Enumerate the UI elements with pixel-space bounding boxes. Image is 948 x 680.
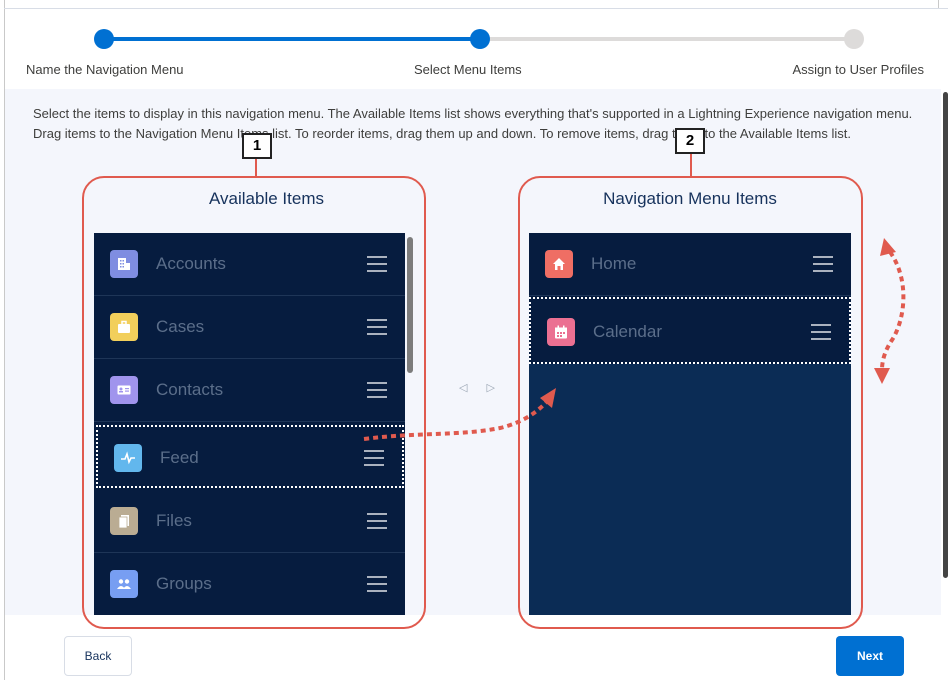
menu-item-label: Home — [591, 254, 637, 273]
callout-2-leader — [690, 152, 692, 177]
callout-2: 2 — [675, 128, 705, 154]
available-item-accounts[interactable]: Accounts — [94, 233, 405, 296]
available-item-feed[interactable]: Feed — [96, 425, 404, 488]
next-button[interactable]: Next — [836, 636, 904, 676]
back-button[interactable]: Back — [64, 636, 132, 676]
callout-1-leader — [255, 157, 257, 177]
available-item-label: Cases — [156, 317, 205, 336]
available-item-contacts[interactable]: Contacts — [94, 359, 405, 422]
step-3-label: Assign to User Profiles — [792, 62, 925, 77]
available-items-list[interactable]: Accounts Cases Contacts Feed Files Group — [94, 233, 405, 615]
step-2-label: Select Menu Items — [414, 62, 522, 77]
menu-item-calendar[interactable]: Calendar — [529, 297, 851, 364]
available-item-label: Contacts — [156, 380, 224, 399]
building-icon — [110, 250, 138, 278]
progress-track-complete — [104, 37, 480, 41]
file-icon — [110, 507, 138, 535]
available-item-label: Files — [156, 511, 192, 530]
step-3-marker[interactable] — [844, 29, 864, 49]
pulse-icon — [114, 444, 142, 472]
available-item-label: Accounts — [156, 254, 226, 273]
available-items-title: Available Items — [209, 189, 324, 208]
home-icon — [545, 250, 573, 278]
menu-item-home[interactable]: Home — [529, 233, 851, 296]
calendar-icon — [547, 318, 575, 346]
menu-items-title: Navigation Menu Items — [603, 189, 777, 208]
step-1-marker[interactable] — [94, 29, 114, 49]
drag-handle-icon[interactable] — [367, 256, 387, 272]
available-item-label: Groups — [156, 574, 212, 593]
available-item-groups[interactable]: Groups — [94, 553, 405, 615]
available-list-scrollbar[interactable] — [407, 237, 413, 373]
page-scrollbar[interactable] — [943, 92, 948, 578]
available-item-cases[interactable]: Cases — [94, 296, 405, 359]
instructions-text: Select the items to display in this navi… — [33, 106, 913, 141]
people-icon — [110, 570, 138, 598]
menu-item-label: Calendar — [593, 322, 662, 341]
available-item-label: Feed — [160, 448, 199, 467]
drag-handle-icon[interactable] — [367, 319, 387, 335]
briefcase-icon — [110, 313, 138, 341]
step-2-marker[interactable] — [470, 29, 490, 49]
drag-handle-icon[interactable] — [811, 324, 831, 340]
drag-handle-icon[interactable] — [364, 450, 384, 466]
drag-handle-icon[interactable] — [367, 513, 387, 529]
available-item-files[interactable]: Files — [94, 490, 405, 553]
contact-card-icon — [110, 376, 138, 404]
drag-handle-icon[interactable] — [367, 382, 387, 398]
move-arrows-icon[interactable]: ◁ ▷ — [459, 381, 503, 394]
step-1-label: Name the Navigation Menu — [26, 62, 184, 77]
frame-corner — [938, 0, 939, 8]
callout-1: 1 — [242, 133, 272, 159]
drag-handle-icon[interactable] — [813, 256, 833, 272]
frame-divider — [4, 8, 948, 9]
drag-handle-icon[interactable] — [367, 576, 387, 592]
progress-track-remaining — [480, 37, 854, 41]
menu-items-list[interactable]: Home Calendar — [529, 233, 851, 615]
